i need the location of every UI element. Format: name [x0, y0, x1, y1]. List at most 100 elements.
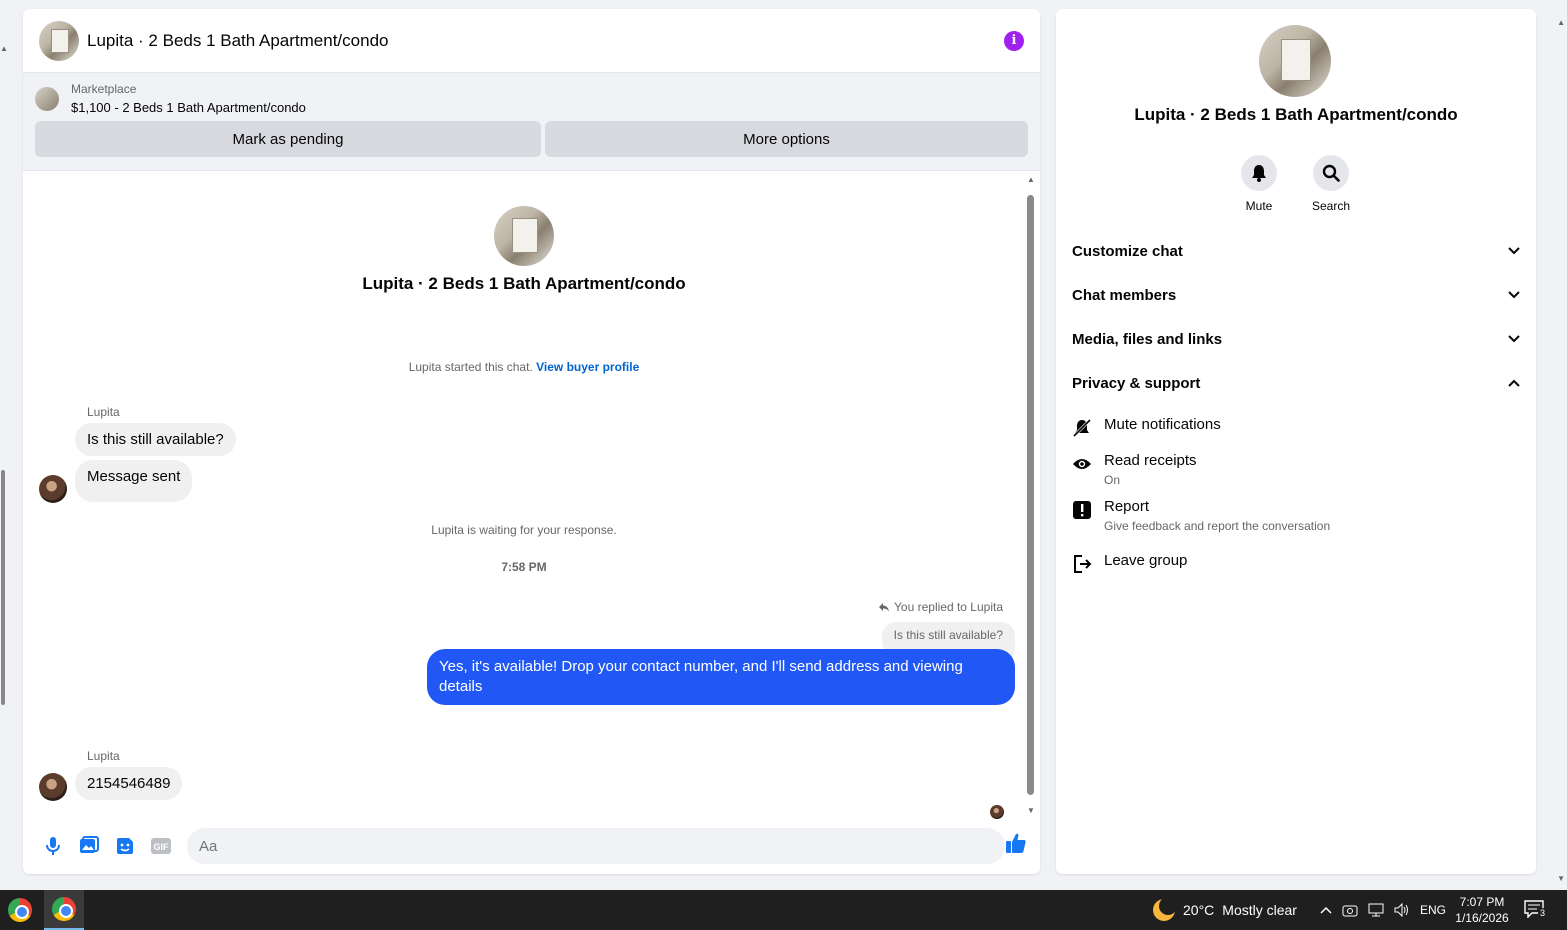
chevron-down-icon [1508, 335, 1520, 343]
sender-avatar[interactable] [39, 475, 67, 503]
item-label: Read receipts [1104, 452, 1197, 469]
chrome-active-app[interactable] [44, 890, 84, 930]
message-input[interactable] [187, 828, 1005, 864]
chat-title[interactable]: Lupita · 2 Beds 1 Bath Apartment/condo [87, 31, 388, 51]
photo-icon[interactable] [71, 828, 107, 864]
message-bubble[interactable]: 2154546489 [75, 767, 183, 800]
scroll-up-arrow-icon[interactable]: ▲ [0, 44, 8, 53]
weather-widget[interactable]: 20°C Mostly clear [1153, 890, 1297, 930]
scroll-thumb[interactable] [1, 470, 5, 705]
intro-avatar [494, 206, 554, 266]
eye-icon [1072, 454, 1092, 474]
mute-button[interactable]: Mute [1229, 155, 1289, 213]
chat-panel: Lupita · 2 Beds 1 Bath Apartment/condo i… [23, 9, 1040, 874]
moon-weather-icon [1153, 897, 1177, 921]
page-scrollbar[interactable]: ▲ [0, 0, 8, 890]
chat-scroll-thumb[interactable] [1027, 195, 1034, 795]
system-tray: ENG [1320, 890, 1446, 930]
chat-members-section[interactable]: Chat members [1072, 280, 1520, 310]
microphone-icon[interactable] [35, 828, 71, 864]
message-list: ▲ ▼ Lupita · 2 Beds 1 Bath Apartment/con… [23, 171, 1040, 821]
marketplace-label: Marketplace [71, 82, 137, 96]
read-receipts-item[interactable]: Read receipts On [1072, 452, 1520, 487]
search-icon[interactable] [1313, 155, 1349, 191]
camera-icon[interactable] [1342, 903, 1358, 917]
network-icon[interactable] [1368, 903, 1384, 917]
listing-thumbnail [35, 86, 59, 111]
listing-info[interactable]: Marketplace $1,100 - 2 Beds 1 Bath Apart… [35, 82, 1028, 115]
chat-info-panel: Lupita · 2 Beds 1 Bath Apartment/condo M… [1056, 9, 1536, 874]
section-label: Privacy & support [1072, 374, 1201, 392]
section-label: Chat members [1072, 286, 1177, 304]
chat-started-note: Lupita started this chat. View buyer pro… [23, 360, 1025, 374]
listing-avatar[interactable] [39, 20, 79, 61]
waiting-note: Lupita is waiting for your response. [431, 523, 617, 537]
sticker-icon[interactable] [107, 828, 143, 864]
report-icon [1072, 500, 1092, 520]
page-scrollbar-right[interactable]: ▲ ▼ [1555, 0, 1567, 890]
section-label: Customize chat [1072, 242, 1183, 260]
leave-group-item[interactable]: Leave group [1072, 552, 1520, 574]
seen-indicator-avatar [990, 805, 1004, 819]
marketplace-bar: Marketplace $1,100 - 2 Beds 1 Bath Apart… [23, 73, 1040, 171]
view-buyer-profile-link[interactable]: View buyer profile [536, 360, 639, 374]
message-composer: GIF [23, 824, 1040, 868]
listing-price: $1,100 - 2 Beds 1 Bath Apartment/condo [71, 100, 306, 115]
sender-avatar[interactable] [39, 773, 67, 801]
search-button[interactable]: Search [1301, 155, 1361, 213]
chrome-icon [52, 897, 76, 921]
bell-icon[interactable] [1241, 155, 1277, 191]
sent-message-bubble[interactable]: Yes, it's available! Drop your contact n… [427, 649, 1015, 705]
weather-text: Mostly clear [1222, 902, 1297, 918]
sender-name: Lupita [87, 749, 120, 763]
gif-icon[interactable]: GIF [143, 828, 179, 864]
mark-as-pending-button[interactable]: Mark as pending [35, 121, 541, 157]
reply-icon [879, 603, 890, 612]
search-label: Search [1311, 199, 1351, 213]
chevron-up-icon[interactable] [1320, 906, 1332, 914]
scroll-up-arrow-icon[interactable]: ▲ [1557, 18, 1565, 27]
privacy-support-section[interactable]: Privacy & support [1072, 368, 1520, 398]
listing-avatar-large[interactable] [1259, 25, 1331, 97]
scroll-up-arrow-icon[interactable]: ▲ [1027, 175, 1035, 184]
chevron-down-icon [1508, 247, 1520, 255]
item-label: Leave group [1104, 552, 1188, 569]
chrome-icon [8, 898, 32, 922]
chevron-up-icon [1508, 379, 1520, 387]
more-options-button[interactable]: More options [545, 121, 1028, 157]
mute-label: Mute [1245, 199, 1273, 213]
volume-icon[interactable] [1394, 903, 1410, 917]
like-icon[interactable] [1005, 832, 1027, 859]
chat-scrollbar[interactable]: ▲ ▼ [1027, 175, 1035, 815]
info-icon[interactable]: i [1004, 30, 1024, 51]
timestamp: 7:58 PM [501, 560, 547, 574]
item-label: Report [1104, 498, 1150, 515]
sender-name: Lupita [87, 405, 120, 419]
message-bubble[interactable]: Is this still available? [75, 423, 236, 456]
customize-chat-section[interactable]: Customize chat [1072, 236, 1520, 266]
scroll-down-arrow-icon[interactable]: ▼ [1557, 874, 1565, 883]
notification-count: 3 [1538, 908, 1548, 918]
item-label: Mute notifications [1104, 416, 1221, 433]
bell-off-icon [1072, 418, 1092, 438]
item-sublabel: Give feedback and report the conversatio… [1104, 519, 1331, 533]
chat-header: Lupita · 2 Beds 1 Bath Apartment/condo i [23, 9, 1040, 73]
mute-notifications-item[interactable]: Mute notifications [1072, 416, 1520, 438]
info-title: Lupita · 2 Beds 1 Bath Apartment/condo [1134, 105, 1458, 124]
language-indicator[interactable]: ENG [1420, 903, 1446, 917]
started-text: Lupita started this chat. [408, 360, 533, 374]
item-sublabel: On [1104, 473, 1121, 487]
notification-button[interactable]: 3 [1524, 900, 1548, 920]
section-label: Media, files and links [1072, 330, 1223, 348]
chrome-profile-app[interactable] [0, 890, 40, 930]
replied-label: You replied to Lupita [878, 600, 1003, 614]
message-bubble[interactable]: Message sent [75, 460, 193, 502]
leave-icon [1072, 554, 1092, 574]
media-files-links-section[interactable]: Media, files and links [1072, 324, 1520, 354]
report-item[interactable]: Report Give feedback and report the conv… [1072, 498, 1520, 533]
scroll-down-arrow-icon[interactable]: ▼ [1027, 806, 1035, 815]
replied-text: You replied to Lupita [894, 600, 1003, 614]
clock-date: 1/16/2026 [1455, 911, 1509, 925]
intro-title: Lupita · 2 Beds 1 Bath Apartment/condo [362, 274, 686, 293]
clock[interactable]: 7:07 PM 1/16/2026 [1452, 894, 1512, 926]
